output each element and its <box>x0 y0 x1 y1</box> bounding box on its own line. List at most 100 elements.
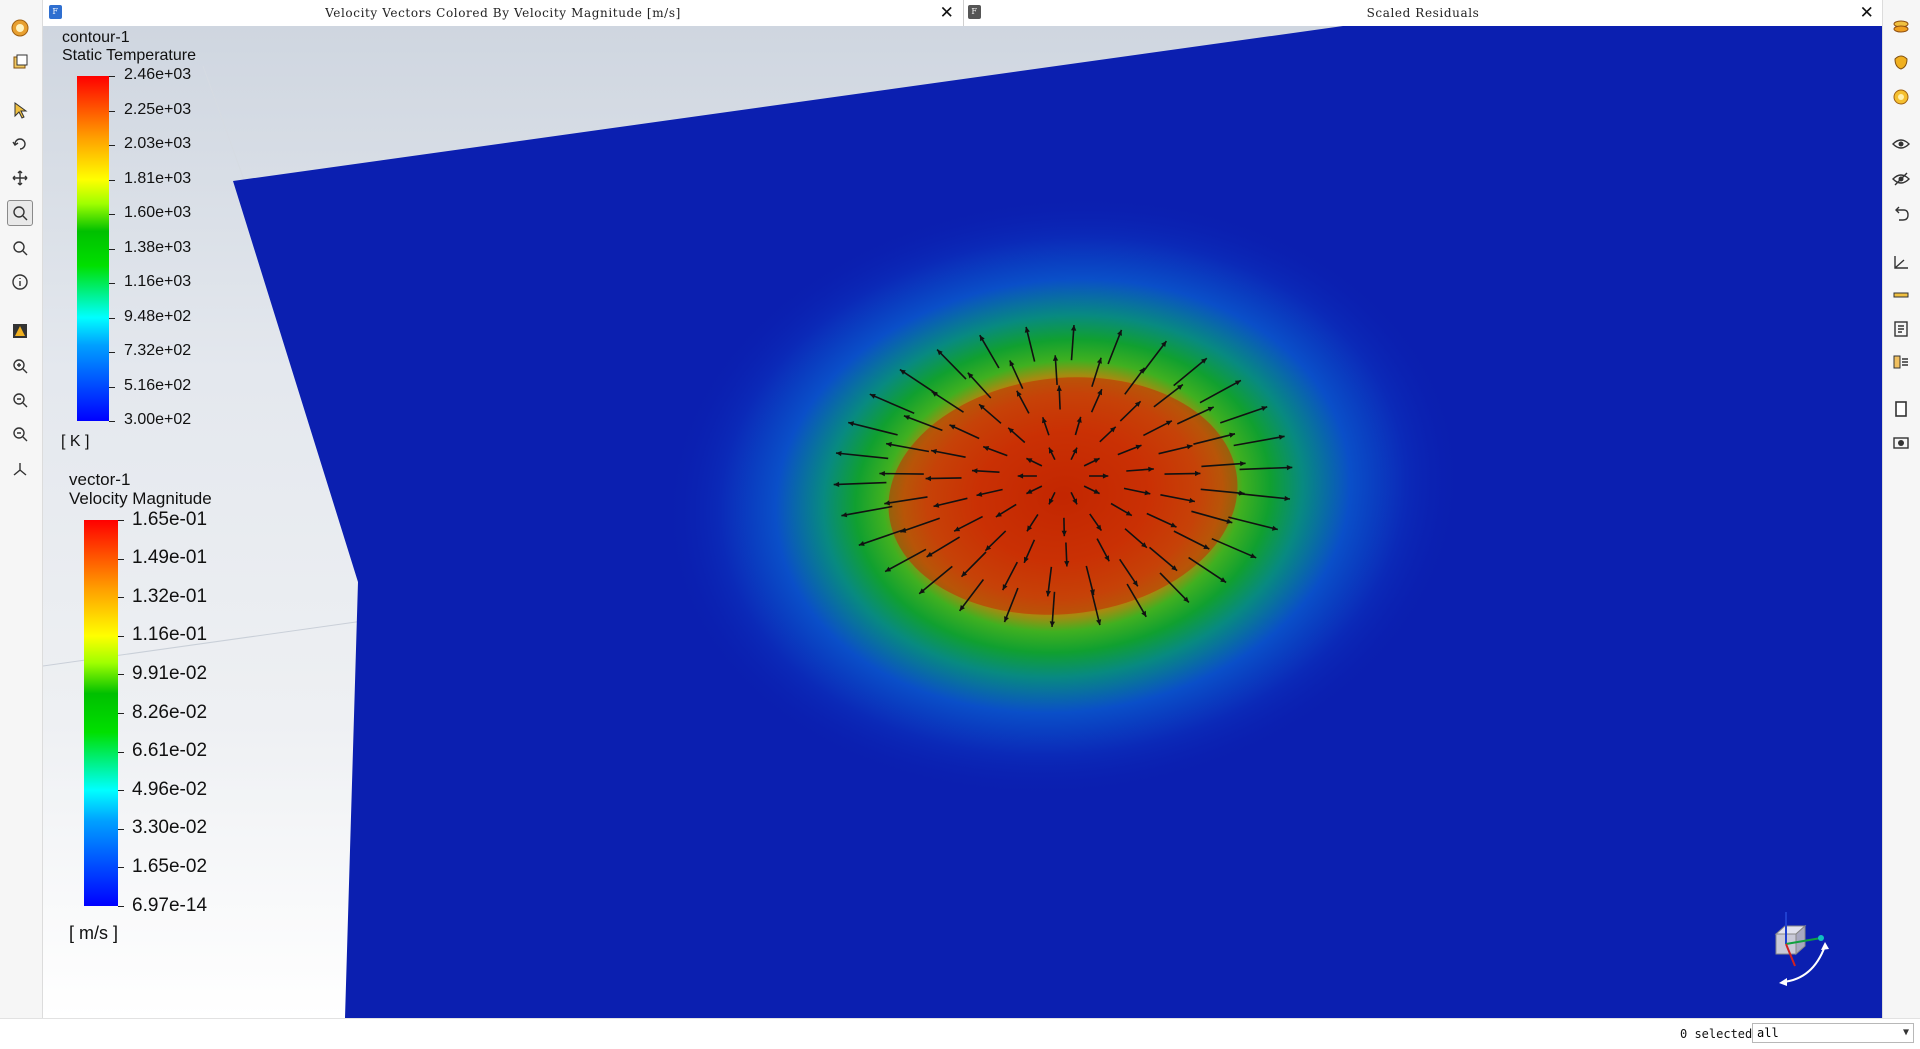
colorbar-tick <box>118 906 124 907</box>
zoom-rectangle-button[interactable] <box>7 200 33 226</box>
velocity-vector <box>879 474 923 475</box>
tick-label: 9.91e-02 <box>132 663 207 685</box>
probe-info-icon <box>11 273 29 291</box>
axes-orient-icon <box>11 460 29 478</box>
contour-legend-quantity: Static Temperature <box>62 47 196 65</box>
zoom-button[interactable] <box>7 235 33 261</box>
tick-label: 1.65e-02 <box>132 856 207 878</box>
page-button[interactable] <box>1888 396 1914 422</box>
contour-vector-scene[interactable] <box>43 26 1882 1018</box>
tick-label: 5.16e+02 <box>124 377 191 395</box>
camera-button[interactable] <box>1888 429 1914 455</box>
layers-button[interactable] <box>1888 14 1914 40</box>
colorbar-tick <box>118 752 124 753</box>
probe-info-button[interactable] <box>7 269 33 295</box>
colorbar-tick <box>109 180 115 181</box>
colorbar-tick <box>118 636 124 637</box>
copy-view-button[interactable] <box>7 49 33 75</box>
undo-view-icon <box>1892 205 1910 223</box>
colorbar-tick <box>109 249 115 250</box>
select-pointer-button[interactable] <box>7 97 33 123</box>
zoom-in-button[interactable] <box>7 353 33 379</box>
colorbar-tick <box>109 283 115 284</box>
tick-label: 1.16e+03 <box>124 273 191 291</box>
copy-view-icon <box>11 53 29 71</box>
temperature-colorbar <box>77 76 109 421</box>
notes-button[interactable] <box>1888 316 1914 342</box>
hide-eye-icon <box>1892 170 1910 188</box>
axes-button[interactable] <box>1888 249 1914 275</box>
tick-label: 3.00e+02 <box>124 411 191 429</box>
rotate-icon <box>11 135 29 153</box>
tick-label: 7.32e+02 <box>124 342 191 360</box>
status-bar: 0 selected all ▼ <box>0 1018 1920 1049</box>
colorbar-tick <box>118 559 124 560</box>
view-eye-button[interactable] <box>1888 131 1914 157</box>
page-icon <box>1892 400 1910 418</box>
close-residuals-window-button[interactable]: ✕ <box>1857 3 1877 23</box>
compare-icon <box>1892 353 1910 371</box>
fluent-logo-button[interactable] <box>7 15 33 41</box>
velocity-colorbar <box>84 520 118 906</box>
rotate-button[interactable] <box>7 131 33 157</box>
graphics-window-title: Velocity Vectors Colored By Velocity Mag… <box>43 0 963 26</box>
axis-triad-icon[interactable] <box>1763 904 1843 994</box>
zoom-to-fit-icon <box>11 391 29 409</box>
colorbar-tick <box>109 111 115 112</box>
shape-button[interactable] <box>1888 49 1914 75</box>
colorbar-tick <box>118 713 124 714</box>
colorbar-tick <box>109 318 115 319</box>
zoom-icon <box>11 239 29 257</box>
highlight-icon <box>11 322 29 340</box>
chevron-down-icon[interactable]: ▼ <box>1903 1024 1909 1042</box>
colorbar-tick <box>118 829 124 830</box>
colorbar-tick <box>109 421 115 422</box>
tick-label: 6.61e-02 <box>132 740 207 762</box>
hide-eye-button[interactable] <box>1888 166 1914 192</box>
colorbar-tick <box>109 214 115 215</box>
zoom-out-icon <box>11 425 29 443</box>
colorbar-tick <box>118 520 124 521</box>
shape-icon <box>1892 53 1910 71</box>
select-pointer-icon <box>11 101 29 119</box>
tick-label: 8.26e-02 <box>132 702 207 724</box>
tick-label: 1.32e-01 <box>132 586 207 608</box>
colorbar-tick <box>118 674 124 675</box>
compare-button[interactable] <box>1888 349 1914 375</box>
right-toolbar <box>1882 0 1920 1018</box>
camera-icon <box>1892 433 1910 451</box>
axes-orient-button[interactable] <box>7 456 33 482</box>
colorbar-tick <box>109 76 115 77</box>
selection-count: 0 selected <box>1680 1027 1752 1041</box>
lighting-icon <box>1892 88 1910 106</box>
lighting-button[interactable] <box>1888 84 1914 110</box>
ruler-button[interactable] <box>1888 282 1914 308</box>
graphics-viewport[interactable]: contour-1 Static Temperature 2.46e+032.2… <box>43 26 1882 1018</box>
vector-legend-quantity: Velocity Magnitude <box>69 489 212 509</box>
undo-view-button[interactable] <box>1888 201 1914 227</box>
tick-label: 4.96e-02 <box>132 779 207 801</box>
zoom-out-button[interactable] <box>7 421 33 447</box>
layers-icon <box>1892 18 1910 36</box>
tick-label: 3.30e-02 <box>132 817 207 839</box>
axes-icon <box>1892 253 1910 271</box>
residuals-window-title: Scaled Residuals <box>964 0 1882 26</box>
velocity-vector <box>926 478 962 479</box>
selection-filter-select[interactable]: all ▼ <box>1752 1023 1914 1043</box>
graphics-window-titlebar: F Velocity Vectors Colored By Velocity M… <box>43 0 963 26</box>
vector-legend-name: vector-1 <box>69 470 130 490</box>
tick-label: 1.38e+03 <box>124 239 191 257</box>
velocity-vector <box>1165 473 1201 474</box>
pan-button[interactable] <box>7 165 33 191</box>
tick-label: 2.03e+03 <box>124 135 191 153</box>
tick-label: 1.16e-01 <box>132 624 207 646</box>
colorbar-tick <box>118 867 124 868</box>
zoom-to-fit-button[interactable] <box>7 387 33 413</box>
pan-icon <box>11 169 29 187</box>
left-toolbar <box>0 0 43 1018</box>
highlight-button[interactable] <box>7 318 33 344</box>
close-graphics-window-button[interactable]: ✕ <box>937 3 957 23</box>
zoom-in-icon <box>11 357 29 375</box>
colorbar-tick <box>118 597 124 598</box>
fluent-logo-icon <box>11 19 29 37</box>
